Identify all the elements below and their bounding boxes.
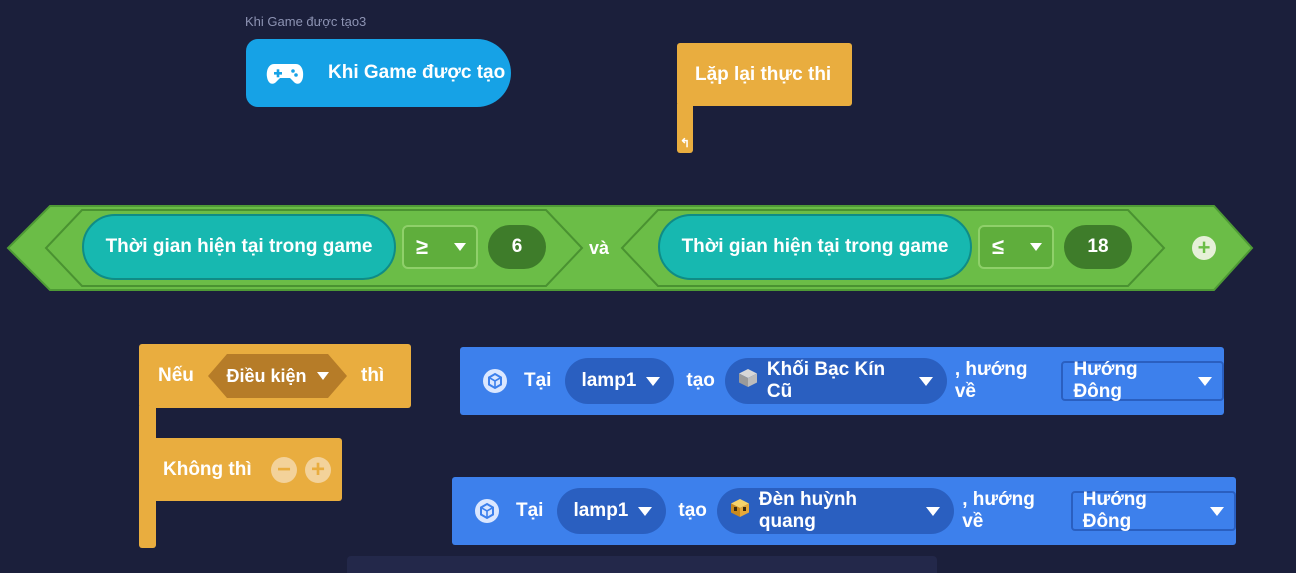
at-label: Tại (524, 370, 552, 391)
game-time-getter-left[interactable]: Thời gian hiện tại trong game (82, 214, 396, 280)
condition-placeholder: Điều kiện (226, 365, 307, 386)
direction-label: Hướng Đông (1073, 359, 1138, 402)
condition-slot[interactable]: Điều kiện (207, 353, 348, 399)
event-block-caption: Khi Game được tạo3 (245, 14, 367, 29)
cube-icon (474, 498, 500, 524)
block-name: Khối Bạc Kín Cũ (766, 359, 886, 402)
target-dropdown[interactable]: lamp1 (565, 358, 675, 404)
game-time-getter-label: Thời gian hiện tại trong game (105, 236, 373, 257)
gamepad-icon (266, 61, 304, 92)
operator-dropdown-right[interactable]: ≤ (978, 225, 1054, 269)
create-label: tạo (686, 370, 715, 391)
block-type-dropdown[interactable]: Đèn huỳnh quang (716, 488, 955, 534)
number-input-right[interactable]: 18 (1064, 225, 1132, 269)
lamp-block-icon (729, 497, 751, 525)
and-condition-block[interactable]: Thời gian hiện tại trong game ≥ 6 và Thờ… (6, 204, 1254, 292)
operator-label: ≤ (992, 234, 1005, 259)
facing-label: , hướng về (962, 489, 1035, 532)
operator-label: ≥ (416, 234, 429, 259)
if-label: Nếu (158, 365, 194, 386)
game-time-getter-label: Thời gian hiện tại trong game (681, 236, 949, 257)
faded-block (347, 556, 937, 573)
and-label: và (589, 237, 610, 258)
game-time-getter-right[interactable]: Thời gian hiện tại trong game (658, 214, 972, 280)
block-type-dropdown[interactable]: Khối Bạc Kín Cũ (724, 358, 947, 404)
chevron-down-icon (316, 372, 329, 380)
cube-icon (482, 368, 508, 394)
plus-icon[interactable]: + (1192, 236, 1216, 260)
create-label: tạo (678, 500, 707, 521)
number-value: 6 (511, 236, 523, 257)
repeat-block-arm: ↰ (677, 104, 693, 153)
event-block-label: Khi Game được tạo (328, 62, 506, 83)
chevron-down-icon (454, 243, 466, 251)
facing-label: , hướng về (954, 359, 1028, 402)
operator-dropdown-left[interactable]: ≥ (402, 225, 478, 269)
target-label: lamp1 (581, 370, 637, 391)
chevron-down-icon (1030, 243, 1042, 251)
direction-dropdown[interactable]: Hướng Đông (1061, 359, 1225, 402)
target-label: lamp1 (573, 500, 629, 521)
when-game-created-block[interactable]: Khi Game được tạo (246, 39, 511, 107)
number-input-left[interactable]: 6 (488, 225, 546, 269)
chevron-down-icon (638, 506, 653, 516)
create-block-statement[interactable]: Tại lamp1 tạo Khối Bạc Kín Cũ , hướng về… (460, 347, 1225, 415)
create-block-statement[interactable]: Tại lamp1 tạo Đèn huỳnh quang , hướng về… (452, 477, 1236, 545)
target-dropdown[interactable]: lamp1 (557, 488, 667, 534)
else-label: Không thì (163, 458, 252, 480)
chevron-down-icon (646, 376, 661, 386)
repeat-block-label: Lặp lại thực thi (695, 63, 832, 85)
loop-return-icon: ↰ (680, 136, 691, 150)
at-label: Tại (516, 500, 544, 521)
chevron-down-icon (1210, 506, 1224, 516)
minus-icon[interactable]: − (271, 457, 297, 483)
plus-icon[interactable]: + (305, 457, 331, 483)
chevron-down-icon (926, 506, 941, 516)
repeat-forever-block[interactable]: Lặp lại thực thi (677, 43, 852, 106)
direction-label: Hướng Đông (1082, 489, 1147, 532)
direction-dropdown[interactable]: Hướng Đông (1070, 489, 1236, 532)
else-section: Không thì − + (153, 438, 342, 501)
chevron-down-icon (1198, 376, 1213, 386)
then-label: thì (361, 365, 385, 386)
if-block-arm (139, 406, 156, 440)
block-name: Đèn huỳnh quang (758, 489, 858, 532)
number-value: 18 (1087, 236, 1109, 257)
silver-block-icon (737, 367, 759, 395)
chevron-down-icon (918, 376, 933, 386)
